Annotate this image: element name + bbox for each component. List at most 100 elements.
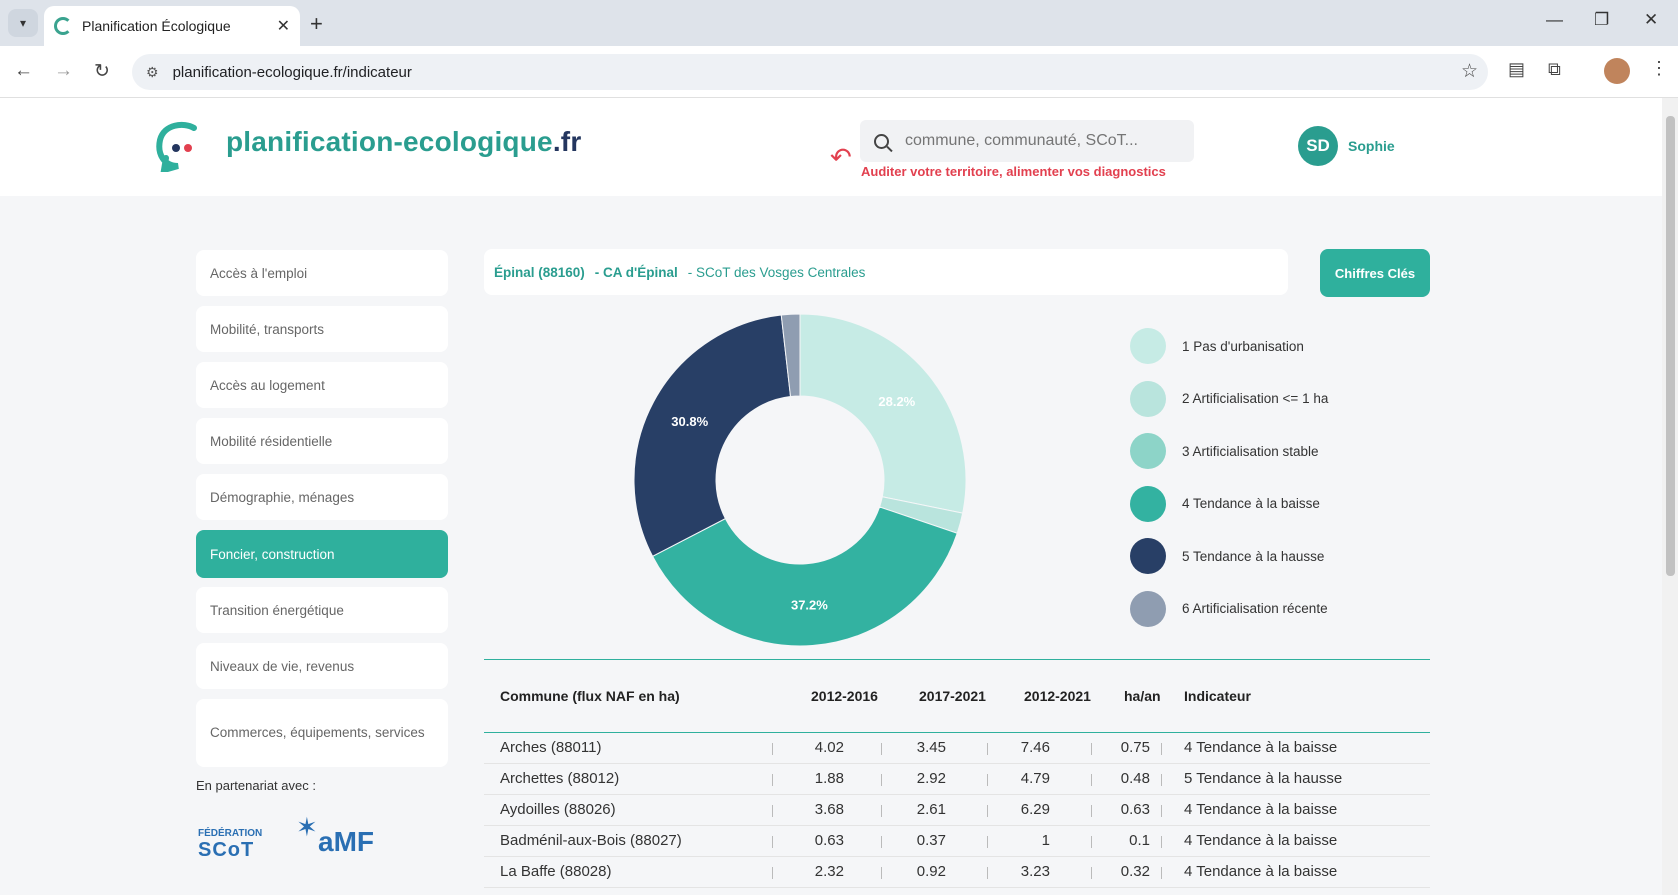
user-name[interactable]: Sophie [1348,138,1395,154]
territory-breadcrumb: Épinal (88160) - CA d'Épinal - SCoT des … [484,249,1288,295]
close-tab-icon[interactable]: ✕ [277,16,290,36]
cell-value: 3.23 [1020,863,1050,880]
cell-value: 4.02 [814,739,844,756]
browser-menu-icon[interactable]: ⋮ [1650,58,1668,79]
legend-item-5[interactable]: 5 Tendance à la hausse [1130,538,1390,574]
close-window-icon[interactable]: ✕ [1644,10,1658,30]
sidebar-item-label: Transition énergétique [210,602,344,618]
amf-logo[interactable]: ✶ aMF [296,812,406,868]
site-logo-text[interactable]: planification-ecologique.fr [226,126,581,158]
cell-separator [772,774,773,786]
donut-slice-label-5: 30.8% [671,414,708,429]
legend-item-1[interactable]: 1 Pas d'urbanisation [1130,328,1390,364]
cell-separator [1091,774,1092,786]
sidebar-item-logement[interactable]: Accès au logement [196,362,448,408]
reading-list-icon[interactable]: ▤ [1508,59,1525,80]
logo-icon[interactable] [154,120,206,172]
cell-separator [1161,836,1162,848]
sidebar-item-foncier[interactable]: Foncier, construction [196,530,448,578]
back-arrow-icon[interactable]: ← [14,60,33,82]
minimize-icon[interactable]: — [1546,10,1563,30]
browser-tab[interactable]: Planification Écologique ✕ [44,6,300,46]
browser-toolbar: ← → ↻ ⚙ planification-ecologique.fr/indi… [0,46,1678,98]
legend-swatch [1130,485,1166,522]
cell-separator [772,805,773,817]
cell-value: 0.1 [1129,832,1150,849]
cell-value: 0.92 [916,863,946,880]
donut-slice-5[interactable] [633,314,792,557]
legend-label: 2 Artificialisation <= 1 ha [1182,391,1329,406]
address-bar[interactable]: ⚙ planification-ecologique.fr/indicateur… [132,54,1488,90]
th-2012-2016: 2012-2016 [811,688,878,704]
url-text[interactable]: planification-ecologique.fr/indicateur [173,64,412,81]
browser-tab-bar: ▾ Planification Écologique ✕ + — ❐ ✕ [0,0,1678,46]
sidebar-item-transition[interactable]: Transition énergétique [196,587,448,633]
cell-indicateur: 4 Tendance à la baisse [1184,801,1338,818]
donut-slice-label-1: 28.2% [878,394,915,409]
cell-indicateur: 5 Tendance à la hausse [1184,770,1343,787]
audit-tagline: Auditer votre territoire, alimenter vos … [861,164,1166,179]
curved-arrow-icon: ↶ [830,142,852,172]
search-input[interactable] [903,131,1163,151]
cell-value: 1.88 [814,770,844,787]
section-divider [484,659,1430,660]
cell-separator [1091,836,1092,848]
sidebar-item-emploi[interactable]: Accès à l'emploi [196,250,448,296]
sidebar-item-label: Démographie, ménages [210,489,355,505]
cell-indicateur: 4 Tendance à la baisse [1184,832,1338,849]
key-figures-button[interactable]: Chiffres Clés [1320,249,1430,297]
breadcrumb-scot[interactable]: - SCoT des Vosges Centrales [688,265,866,280]
table-row[interactable]: Badménil-aux-Bois (88027) 0.63 0.37 1 0.1 4 T… [484,826,1430,857]
table-row[interactable]: Arches (88011) 4.02 3.45 7.46 0.75 4 Tendance… [484,733,1430,764]
reload-icon[interactable]: ↻ [94,60,110,83]
sidebar-item-label: Accès au logement [210,377,325,393]
cell-separator [881,805,882,817]
scrollbar-thumb[interactable] [1666,116,1675,576]
legend-item-4[interactable]: 4 Tendance à la baisse [1130,485,1390,522]
sidebar-item-label: Mobilité, transports [210,321,325,337]
restore-icon[interactable]: ❐ [1594,10,1609,30]
forward-arrow-icon[interactable]: → [54,60,73,82]
tab-list-button[interactable]: ▾ [8,9,38,37]
table-row[interactable]: Aydoilles (88026) 3.68 2.61 6.29 0.63 4 Tenda… [484,795,1430,826]
cell-commune[interactable]: La Baffe (88028) [500,863,611,880]
sidebar-item-revenus[interactable]: Niveaux de vie, revenus [196,643,448,689]
cell-value: 2.61 [916,801,946,818]
legend-item-3[interactable]: 3 Artificialisation stable [1130,433,1390,469]
cell-value: 0.32 [1120,863,1150,880]
sidebar-item-mobilite-residentielle[interactable]: Mobilité résidentielle [196,418,448,464]
user-avatar[interactable]: SD [1298,126,1338,166]
legend-item-2[interactable]: 2 Artificialisation <= 1 ha [1130,380,1390,417]
cell-commune[interactable]: Aydoilles (88026) [500,801,616,818]
site-settings-icon[interactable]: ⚙ [146,64,159,81]
legend-label: 3 Artificialisation stable [1182,443,1319,459]
table-row[interactable]: Archettes (88012) 1.88 2.92 4.79 0.48 5 Tenda… [484,764,1430,795]
tab-title: Planification Écologique [82,18,231,34]
sidebar-item-commerces[interactable]: Commerces, équipements, services [196,699,448,767]
table-row[interactable]: La Baffe (88028) 2.32 0.92 3.23 0.32 4 Tendan… [484,857,1430,888]
cell-separator [1161,774,1162,786]
cell-value: 2.32 [814,863,844,880]
cell-value: 0.37 [916,832,946,849]
cell-separator [1161,805,1162,817]
new-tab-icon[interactable]: + [310,11,323,37]
sidebar-item-demographie[interactable]: Démographie, ménages [196,474,448,520]
federation-scot-logo[interactable]: FÉDÉRATION SCoT [198,812,274,864]
bookmark-star-icon[interactable]: ☆ [1461,60,1478,83]
donut-slice-1[interactable] [799,313,967,514]
cell-commune[interactable]: Arches (88011) [500,739,601,756]
cell-separator [987,774,988,786]
extensions-icon[interactable]: ⧉ [1548,59,1561,80]
page-scrollbar[interactable] [1662,98,1678,895]
breadcrumb-ca[interactable]: - CA d'Épinal [595,265,678,280]
cell-separator [987,805,988,817]
cell-commune[interactable]: Badménil-aux-Bois (88027) [500,832,682,849]
search-box[interactable] [860,120,1194,162]
legend-item-6[interactable]: 6 Artificialisation récente [1130,590,1390,627]
cell-separator [881,774,882,786]
legend-swatch [1130,590,1166,627]
profile-avatar-icon[interactable] [1604,58,1630,84]
sidebar-item-mobilite[interactable]: Mobilité, transports [196,306,448,352]
cell-commune[interactable]: Archettes (88012) [500,770,619,787]
breadcrumb-commune[interactable]: Épinal (88160) [494,265,585,280]
